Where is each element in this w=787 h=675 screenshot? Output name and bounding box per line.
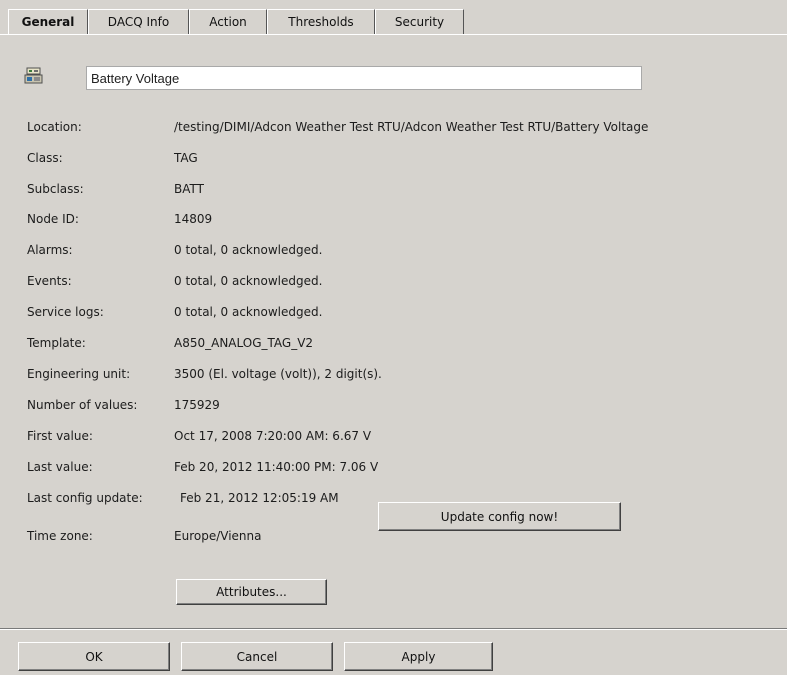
name-field[interactable] bbox=[86, 66, 642, 90]
events-value: 0 total, 0 acknowledged. bbox=[174, 274, 323, 288]
ok-button[interactable]: OK bbox=[18, 642, 170, 671]
time-zone-label: Time zone: bbox=[27, 529, 93, 543]
subclass-value: BATT bbox=[174, 182, 204, 196]
tab-security[interactable]: Security bbox=[375, 9, 464, 34]
template-value: A850_ANALOG_TAG_V2 bbox=[174, 336, 314, 350]
apply-button[interactable]: Apply bbox=[344, 642, 493, 671]
time-zone-value: Europe/Vienna bbox=[174, 529, 262, 543]
first-value-label: First value: bbox=[27, 429, 93, 443]
service-logs-value: 0 total, 0 acknowledged. bbox=[174, 305, 323, 319]
alarms-label: Alarms: bbox=[27, 243, 73, 257]
cancel-button[interactable]: Cancel bbox=[181, 642, 333, 671]
engineering-unit-value: 3500 (El. voltage (volt)), 2 digit(s). bbox=[174, 367, 382, 381]
first-value-value: Oct 17, 2008 7:20:00 AM: 6.67 V bbox=[174, 429, 372, 443]
last-config-update-label: Last config update: bbox=[27, 491, 143, 505]
properties-dialog: General DACQ Info Action Thresholds Secu… bbox=[0, 0, 787, 675]
footer-divider-highlight bbox=[0, 629, 787, 630]
template-label: Template: bbox=[27, 336, 86, 350]
events-label: Events: bbox=[27, 274, 72, 288]
tab-action[interactable]: Action bbox=[189, 9, 267, 34]
class-value: TAG bbox=[174, 151, 198, 165]
engineering-unit-label: Engineering unit: bbox=[27, 367, 131, 381]
tab-thresholds[interactable]: Thresholds bbox=[267, 9, 375, 34]
last-config-update-value: Feb 21, 2012 12:05:19 AM bbox=[180, 491, 339, 505]
subclass-label: Subclass: bbox=[27, 182, 84, 196]
node-id-value: 14809 bbox=[174, 212, 213, 226]
tab-general[interactable]: General bbox=[8, 9, 88, 35]
number-of-values-label: Number of values: bbox=[27, 398, 138, 412]
tag-object-icon bbox=[24, 67, 43, 84]
tab-dacq-info[interactable]: DACQ Info bbox=[88, 9, 189, 34]
location-label: Location: bbox=[27, 120, 82, 134]
number-of-values-value: 175929 bbox=[174, 398, 220, 412]
node-id-label: Node ID: bbox=[27, 212, 79, 226]
tab-divider bbox=[0, 34, 787, 35]
alarms-value: 0 total, 0 acknowledged. bbox=[174, 243, 323, 257]
class-label: Class: bbox=[27, 151, 63, 165]
last-value-label: Last value: bbox=[27, 460, 93, 474]
last-value-value: Feb 20, 2012 11:40:00 PM: 7.06 V bbox=[174, 460, 379, 474]
service-logs-label: Service logs: bbox=[27, 305, 104, 319]
location-value: /testing/DIMI/Adcon Weather Test RTU/Adc… bbox=[174, 120, 649, 134]
attributes-button[interactable]: Attributes... bbox=[176, 579, 327, 605]
update-config-button[interactable]: Update config now! bbox=[378, 502, 621, 531]
